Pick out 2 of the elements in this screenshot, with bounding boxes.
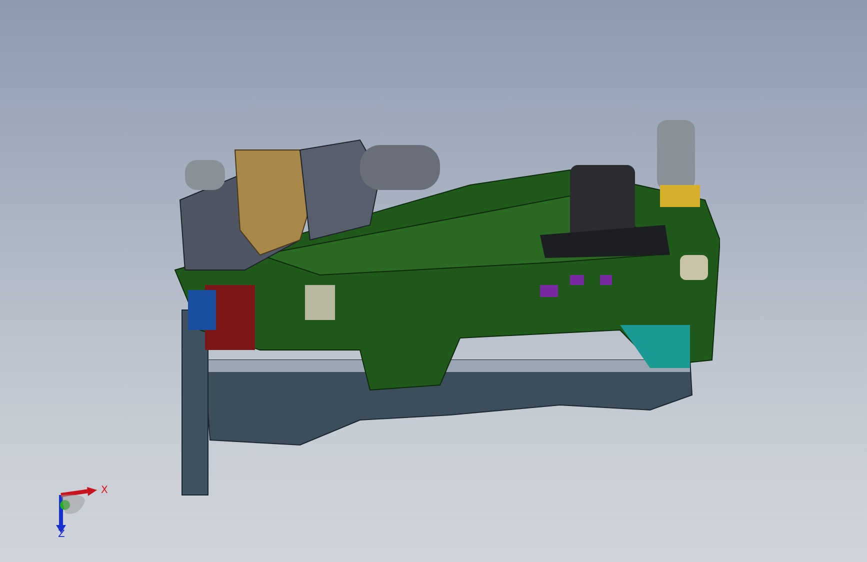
axis-triad-icon	[55, 487, 97, 535]
x-axis-label: X	[101, 485, 108, 496]
